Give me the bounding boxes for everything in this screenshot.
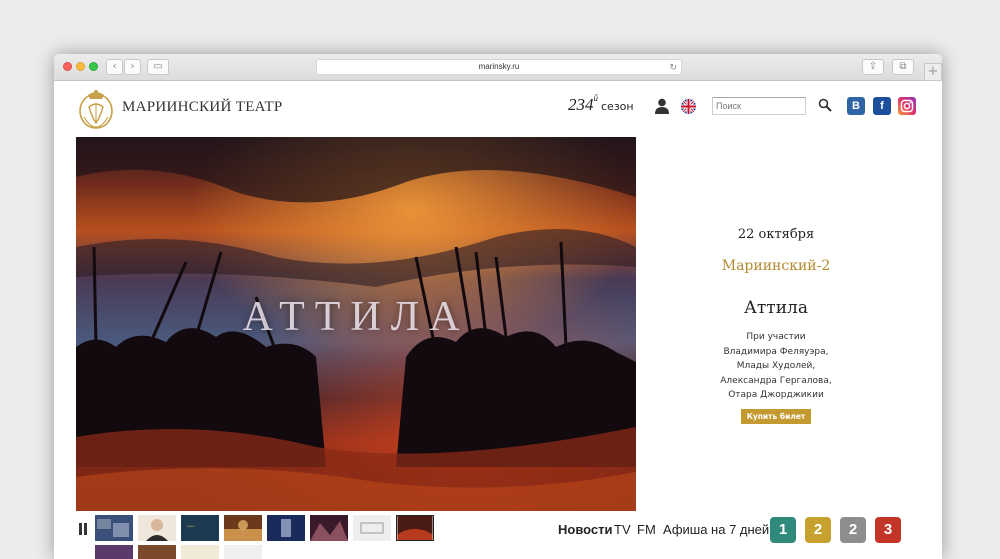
vk-link[interactable]: В [847, 97, 865, 115]
slide-thumbnail[interactable] [95, 515, 133, 541]
slide-thumbnail[interactable] [353, 515, 391, 541]
sidebar-toggle-button[interactable]: ▭ [147, 59, 169, 75]
hero-banner[interactable]: АТТИЛА [76, 137, 636, 511]
nav-week-schedule-link[interactable]: Афиша на 7 дней [663, 522, 769, 537]
facebook-icon: f [880, 100, 884, 112]
cast-line: Александра Гергалова, [720, 375, 832, 386]
back-icon: ‹ [112, 61, 117, 72]
stage-2-button[interactable]: 2 [805, 517, 831, 543]
share-icon: ⇪ [868, 61, 878, 72]
slide-thumbnail[interactable]: ~~ [181, 515, 219, 541]
tabs-overview-button[interactable]: ⧉ [892, 59, 914, 75]
slide-thumbnail[interactable] [224, 545, 262, 559]
nav-news-link[interactable]: Новости [558, 522, 613, 537]
url-text: marinsky.ru [478, 62, 520, 71]
page: МАРИИНСКИЙ ТЕАТР 234йсезон Поиск В f АТТ… [54, 81, 942, 559]
nav-fm-link[interactable]: FM [637, 522, 656, 537]
slide-thumbnail[interactable] [181, 545, 219, 559]
browser-titlebar: ‹ › ▭ marinsky.ru ↻ ⇪ ⧉ [54, 54, 942, 81]
close-window-button[interactable] [63, 62, 72, 71]
search-input[interactable] [712, 97, 806, 115]
cast-line: Млады Худолей, [736, 361, 816, 371]
event-title[interactable]: Аттила [636, 298, 916, 318]
minimize-window-button[interactable] [76, 62, 85, 71]
zoom-window-button[interactable] [89, 62, 98, 71]
event-info-panel: 22 октября Мариинский-2 Аттила При участ… [636, 137, 916, 511]
cast-line: Владимира Феляуэра, [723, 346, 829, 357]
stage-1-button[interactable]: 1 [770, 517, 796, 543]
theatre-logo-icon[interactable] [76, 87, 116, 131]
slide-thumbnail[interactable] [267, 515, 305, 541]
svg-text:~~: ~~ [187, 523, 195, 531]
event-date: 22 октября [737, 227, 815, 242]
bottom-bar: ~~ Новости TV FM Афиша на 7 дней 1 2 2 3 [54, 511, 942, 559]
forward-button[interactable]: › [124, 59, 141, 75]
sidebar-icon: ▭ [153, 61, 163, 72]
season-number: 234 [568, 95, 594, 114]
buy-ticket-button[interactable]: Купить билет [741, 409, 811, 424]
season-word: сезон [601, 100, 634, 113]
tabs-icon: ⧉ [899, 61, 907, 72]
concert-hall-button[interactable]: 2 [840, 517, 866, 543]
english-flag-icon[interactable] [681, 99, 696, 114]
pause-icon[interactable] [79, 523, 87, 535]
reload-icon[interactable]: ↻ [669, 60, 677, 74]
nav-tv-link[interactable]: TV [614, 522, 631, 537]
browser-window: ‹ › ▭ marinsky.ru ↻ ⇪ ⧉ МАРИИНСКИЙ ТЕАТР… [54, 54, 942, 559]
new-tab-button[interactable]: + [924, 63, 942, 81]
event-cast: При участии Владимира Феляуэра, Млады Ху… [636, 330, 916, 403]
season-suffix: й [593, 93, 599, 103]
stage-3-button[interactable]: 3 [875, 517, 901, 543]
site-header: МАРИИНСКИЙ ТЕАТР 234йсезон Поиск В f [54, 81, 942, 136]
cast-line: Отара Джорджикии [728, 390, 824, 400]
instagram-link[interactable] [898, 97, 916, 115]
user-icon[interactable] [655, 98, 669, 114]
slide-thumbnail[interactable] [138, 515, 176, 541]
hero-title: АТТИЛА [242, 294, 470, 340]
slide-thumbnail[interactable] [310, 515, 348, 541]
share-button[interactable]: ⇪ [862, 59, 884, 75]
event-venue[interactable]: Мариинский-2 [636, 258, 916, 274]
season-label: 234йсезон [568, 93, 634, 115]
vk-icon: В [852, 100, 860, 112]
slide-thumbnail[interactable] [138, 545, 176, 559]
slide-thumbnail[interactable] [95, 545, 133, 559]
plus-icon: + [927, 64, 939, 79]
slide-thumbnail-active[interactable] [396, 515, 434, 541]
instagram-icon [900, 99, 914, 113]
forward-icon: › [130, 61, 135, 72]
cast-line: При участии [746, 332, 806, 342]
slide-thumbnail[interactable] [224, 515, 262, 541]
address-bar[interactable]: marinsky.ru ↻ [316, 59, 682, 75]
back-button[interactable]: ‹ [106, 59, 123, 75]
brand-name[interactable]: МАРИИНСКИЙ ТЕАТР [122, 99, 283, 116]
search-icon[interactable] [818, 98, 832, 112]
facebook-link[interactable]: f [873, 97, 891, 115]
